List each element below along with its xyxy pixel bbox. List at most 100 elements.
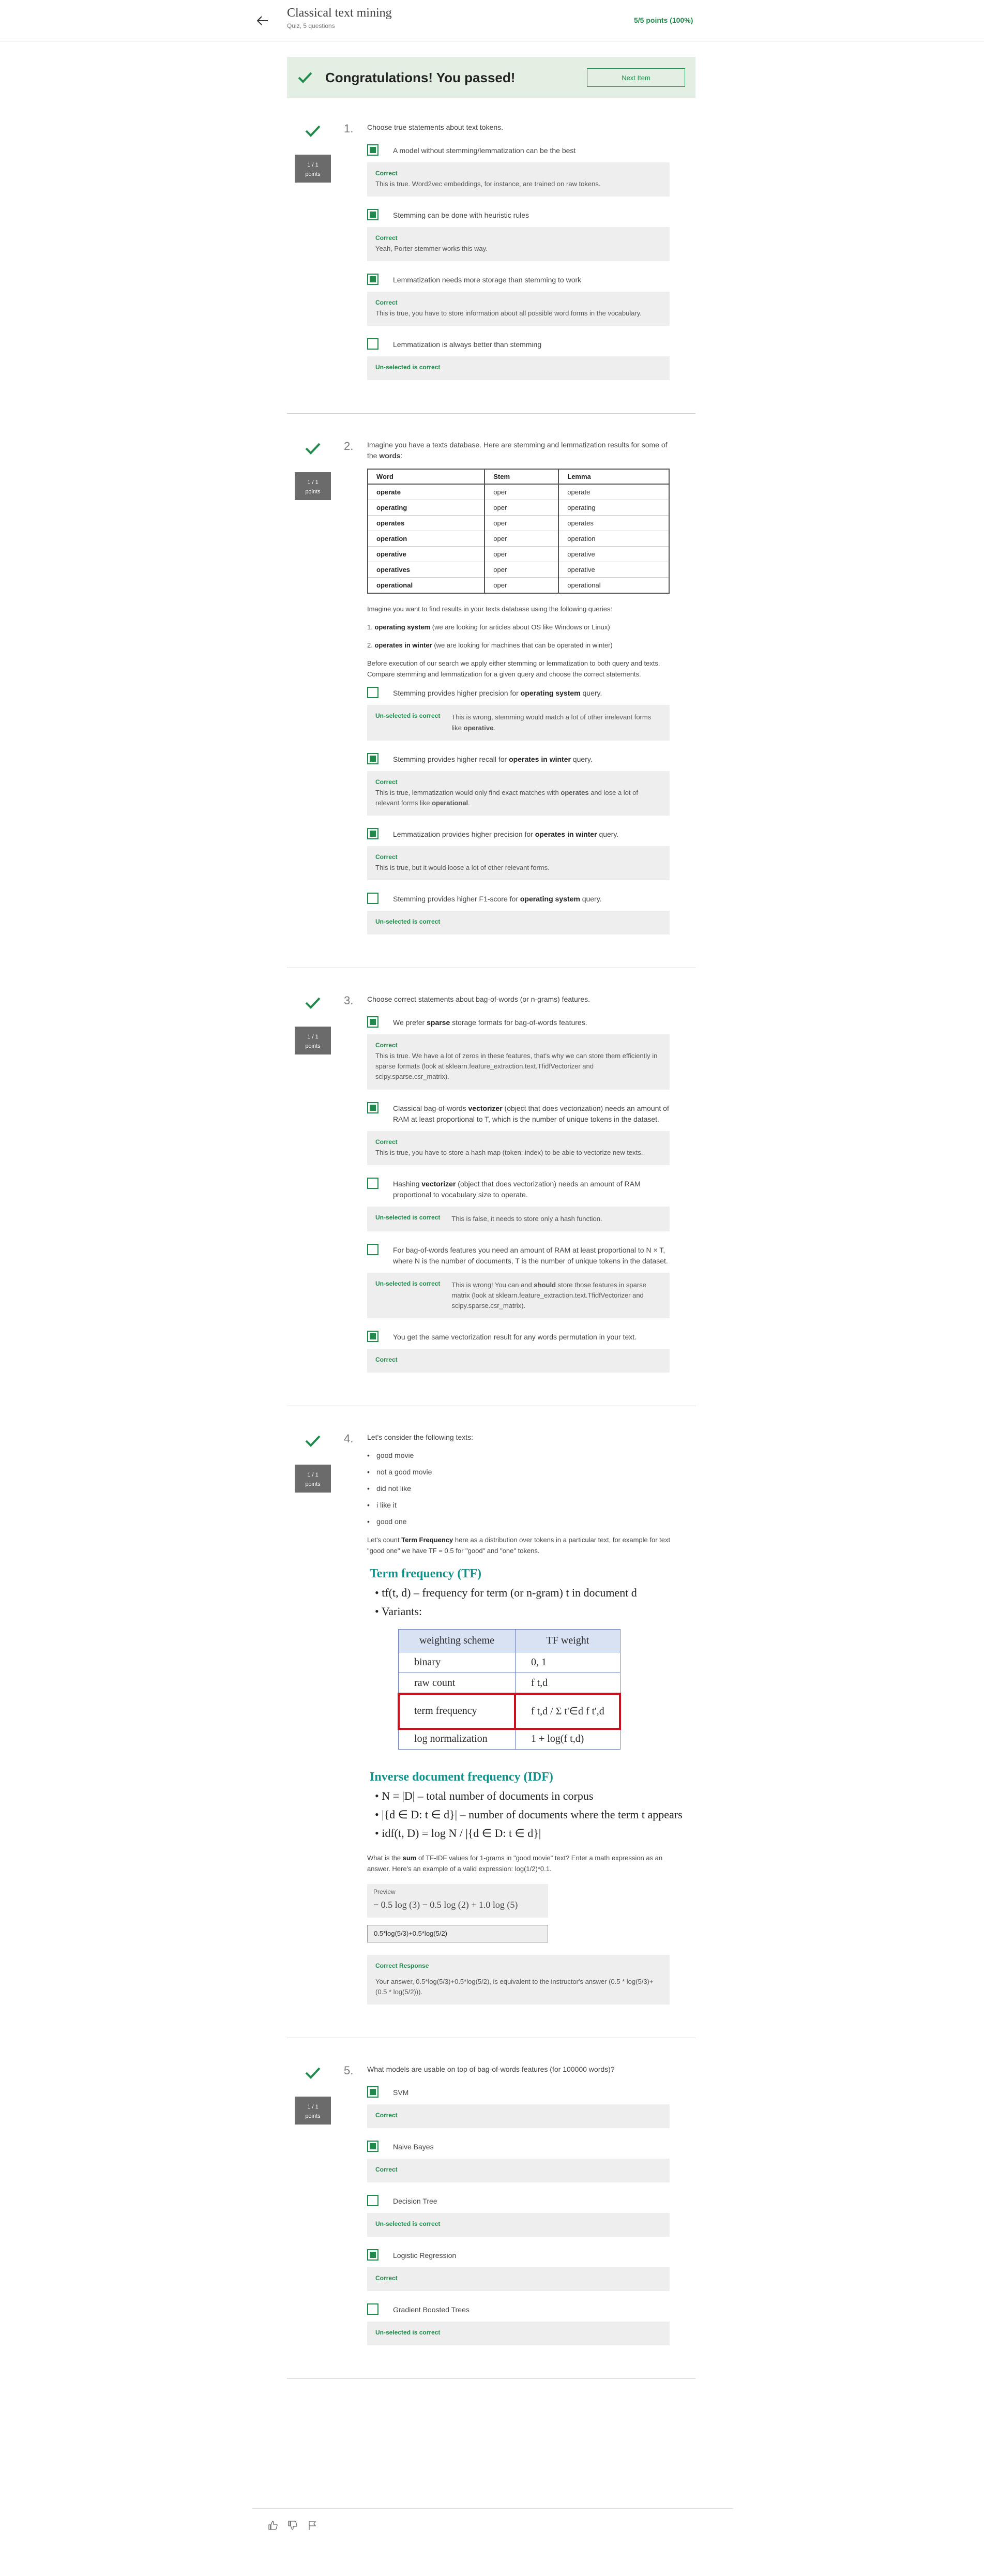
next-item-button[interactable]: Next Item [587,68,685,87]
checkbox[interactable] [367,1177,379,1189]
label-text: Stemming provides higher F1-score for [393,895,520,903]
table-cell: operating [367,500,486,516]
checkbox[interactable] [367,1331,379,1343]
feedback-title: Correct Response [375,1962,429,1969]
table-row: binary 0, 1 [398,1652,620,1674]
feedback-text: This is true. Word2vec embeddings, for i… [375,180,601,188]
label-text: query. [570,755,593,763]
check-icon [305,2067,321,2080]
checkbox[interactable] [367,144,379,156]
feedback-title: Correct [375,1356,398,1364]
checkbox[interactable] [367,2249,379,2261]
slide-bullet: • N = |D| – total number of documents in… [375,1789,594,1803]
checkbox[interactable] [367,687,379,699]
pass-message: Congratulations! You passed! [325,69,516,85]
table-cell: operate [558,484,670,501]
option: Gradient Boosted Trees [367,2303,677,2315]
question-text: What is the sum of TF-IDF values for 1-g… [367,1853,677,1875]
feedback-title: Correct [375,2166,398,2174]
feedback-title: Correct [375,1138,398,1146]
flag-icon[interactable] [307,2520,317,2530]
question-5: 1 / 1 points 5. What models are usable on… [287,2054,695,2379]
checkbox[interactable] [367,274,379,285]
question-text: Imagine you want to find results in your… [367,605,613,613]
checkbox[interactable] [367,893,379,905]
checkbox[interactable] [367,2141,379,2152]
label-bold: operating system [520,895,580,903]
table-header: TF weight [514,1629,620,1653]
feedback-title: Correct [375,234,398,242]
option: Stemming can be done with heuristic rule… [367,209,677,221]
score-unit: points [305,2113,321,2119]
slide-bullet: • Variants: [375,1604,422,1618]
feedback-title: Un-selected is correct [375,918,441,926]
option-label: Stemming can be done with heuristic rule… [393,211,529,220]
checkbox[interactable] [367,2086,379,2098]
feedback-title: Correct [375,2112,398,2119]
title-block: Classical text mining Quiz, 5 questions [287,6,392,29]
feedback-title: Un-selected is correct [375,1279,441,1287]
table-cell: operative [558,562,670,578]
table-cell: operating [558,500,670,516]
answer-input[interactable] [367,1924,548,1942]
score-badge: 1 / 1 points [295,1465,331,1493]
feedback: Un-selected is correct [367,2322,670,2346]
option-label: You get the same vectorization result fo… [393,1333,637,1342]
query-text: (we are looking for articles about OS li… [430,623,610,631]
tf-weight-table: weighting scheme TF weight binary 0, 1 ra… [397,1629,622,1750]
preview-expression: − 0.5 log (3) − 0.5 log (2) + 1.0 log (5… [373,1899,518,1910]
feedback-text: This is true. We have a lot of zeros in … [375,1052,658,1081]
table-row: raw count f t,d [398,1673,620,1694]
thumbs-up-icon[interactable] [268,2520,278,2530]
thumbs-down-icon[interactable] [287,2520,298,2530]
table-cell: operation [367,531,486,547]
checkbox[interactable] [367,1016,379,1028]
query-item: 1. operating system (we are looking for … [367,623,610,631]
list-item: good one [367,1517,677,1526]
question-text: Let's count Term Frequency here as a dis… [367,1535,677,1557]
score-value: 1 / 1 [307,1472,319,1479]
checkbox[interactable] [367,1102,379,1113]
checkbox[interactable] [367,338,379,350]
option: Decision Tree [367,2195,677,2207]
checkbox[interactable] [367,209,379,221]
feedback-text: This is wrong! You can and should store … [451,1280,661,1311]
question-body: Choose true statements about text tokens… [367,122,677,381]
option: Lemmatization is always better than stem… [367,338,677,350]
feedback-text: This is true, lemmatization would only f… [375,788,661,808]
checkbox[interactable] [367,1243,379,1255]
option-label: Logistic Regression [393,2251,457,2260]
footer [252,2508,733,2539]
feedback-bold: operational [432,799,468,807]
feedback: Correct This is true. We have a lot of z… [367,1034,670,1090]
table-cell: oper [484,562,559,578]
question-body: What models are usable on top of bag-of-… [367,2064,677,2346]
feedback-title: Correct [375,1042,398,1049]
checkbox[interactable] [367,2303,379,2315]
feedback-title: Correct [375,2274,398,2282]
question-prompt: What models are usable on top of bag-of-… [367,2065,615,2074]
option: Hashing vectorizer (object that does vec… [367,1177,677,1200]
score-value: 1 / 1 [307,1034,319,1041]
feedback: Correct Response Your answer, 0.5*log(5/… [367,1954,670,2005]
checkbox[interactable] [367,752,379,764]
feedback-bold: operative [463,724,494,732]
list-item: i like it [367,1501,677,1509]
question-status: 1 / 1 points [295,440,331,501]
feedback-span: This is wrong! You can and [451,1281,534,1289]
question-text: Before execution of our search we apply … [367,659,660,678]
table-cell: f t,d / Σ t'∈d f t',d [514,1692,622,1730]
feedback-title: Un-selected is correct [375,2220,441,2228]
feedback: Correct This is true, lemmatization woul… [367,771,670,816]
feedback-text: This is true, you have to store informat… [375,309,642,318]
back-button[interactable] [252,10,273,31]
question-status: 1 / 1 points [295,1432,331,1493]
feedback: Correct This is true, you have to store … [367,1131,670,1165]
checkbox[interactable] [367,2195,379,2207]
feedback-text: This is false, it needs to store only a … [451,1214,602,1223]
option: You get the same vectorization result fo… [367,1331,677,1343]
table-cell: oper [484,484,559,501]
score-badge: 1 / 1 points [295,1027,331,1055]
checkbox[interactable] [367,827,379,839]
option-label: SVM [393,2088,409,2097]
